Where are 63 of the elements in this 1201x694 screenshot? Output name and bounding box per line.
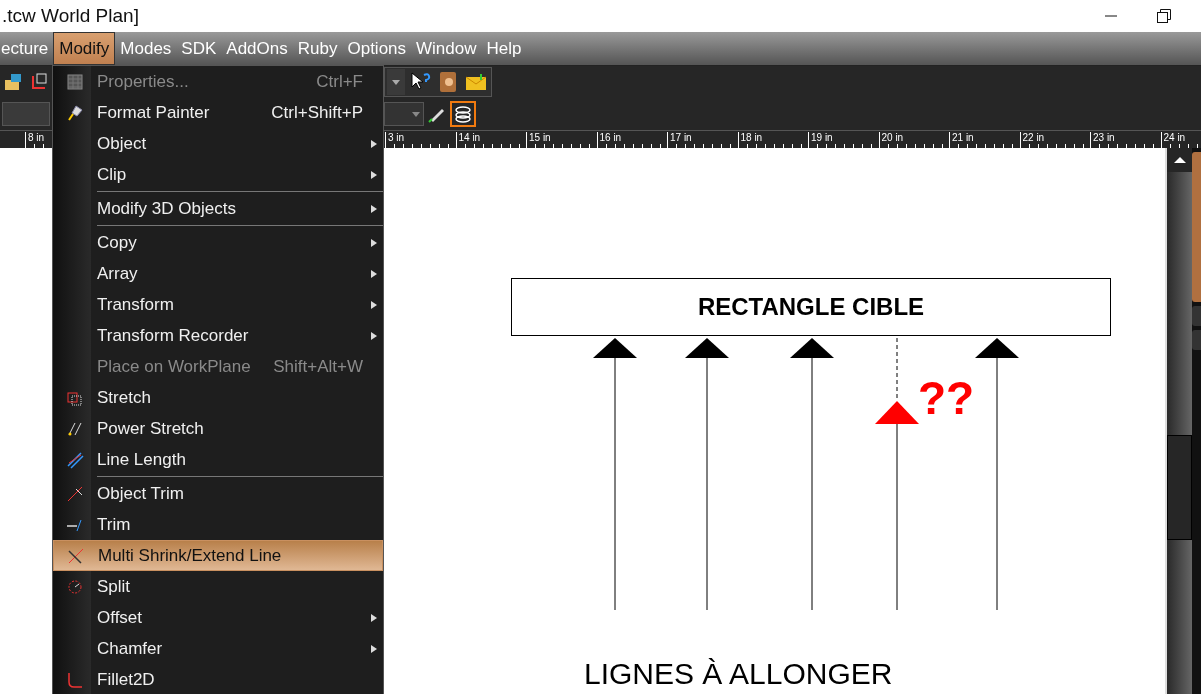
ruler-label: 8 in xyxy=(28,132,46,144)
caret-icon xyxy=(412,111,420,117)
menu-item[interactable]: Power Stretch xyxy=(53,413,383,444)
menu-bar-item[interactable]: Help xyxy=(481,32,527,65)
menu-item[interactable]: Trim xyxy=(53,509,383,540)
style-field[interactable] xyxy=(2,102,50,126)
menu-bar-item[interactable]: SDK xyxy=(176,32,222,65)
ruler-label: 17 in xyxy=(670,132,693,144)
menu-item[interactable]: Transform Recorder xyxy=(53,320,383,351)
menu-bar-item[interactable]: Ruby xyxy=(292,32,343,65)
arrows-icon xyxy=(66,450,84,469)
menu-item[interactable]: Modify 3D Objects xyxy=(53,193,383,224)
layer-field[interactable] xyxy=(384,102,424,126)
ruler-label: 21 in xyxy=(952,132,975,144)
menu-bar-item[interactable]: Modes xyxy=(115,32,177,65)
menu-bar-item[interactable]: ecture xyxy=(0,32,54,65)
window-title: .tcw World Plan] xyxy=(1,3,139,28)
menu-item[interactable]: Object Trim xyxy=(53,478,383,509)
shortcut-text: Ctrl+F xyxy=(316,70,364,93)
ruler-label: 24 in xyxy=(1163,132,1187,144)
corner-icon xyxy=(66,670,84,689)
menu-item[interactable]: Transform xyxy=(53,289,383,320)
menu-bar-item[interactable]: Modify xyxy=(53,32,116,65)
question-marks: ?? xyxy=(918,371,975,426)
stack-icon[interactable] xyxy=(450,101,476,127)
ruler-label: 20 in xyxy=(881,132,905,144)
ruler-label: 23 in xyxy=(1093,132,1116,144)
menu-bar-item[interactable]: AddOns xyxy=(221,32,293,65)
shortcut-text: Ctrl+Shift+P xyxy=(271,101,364,124)
ruler-label: 18 in xyxy=(740,132,764,144)
menu-item[interactable]: Array xyxy=(53,258,383,289)
menu-item[interactable]: Fillet2D xyxy=(53,664,383,694)
cross-lines-icon xyxy=(66,484,84,503)
menu-item[interactable]: Format Painter Ctrl+Shift+P xyxy=(53,97,383,128)
menu-item[interactable]: Stretch xyxy=(53,382,383,413)
menu-item[interactable]: Clip xyxy=(53,159,383,190)
ruler-label: 14 in xyxy=(458,132,482,144)
grid-icon xyxy=(66,72,84,91)
menu-item[interactable]: Object xyxy=(53,128,383,159)
caption: LIGNES À ALLONGER xyxy=(584,656,893,692)
ruler-label: 22 in xyxy=(1022,132,1046,144)
restore-icon[interactable] xyxy=(1157,9,1171,23)
scrollbar[interactable] xyxy=(1165,148,1192,694)
ruler-label: 3 in xyxy=(388,132,406,144)
menu-item[interactable]: Copy xyxy=(53,227,383,258)
scroll-thumb[interactable] xyxy=(1167,435,1192,540)
menu-item[interactable]: Offset xyxy=(53,602,383,633)
dashed-line xyxy=(896,338,898,400)
menu-item[interactable]: Line Length xyxy=(53,444,383,475)
ruler-label: 15 in xyxy=(529,132,552,144)
scroll-up-icon[interactable] xyxy=(1167,148,1192,172)
rectangle-label: RECTANGLE CIBLE xyxy=(697,292,925,322)
brush-icon xyxy=(66,103,84,122)
ruler-label: 19 in xyxy=(811,132,834,144)
shortcut-text: Shift+Alt+W xyxy=(273,355,364,378)
menu-item[interactable]: Multi Shrink/Extend Line xyxy=(53,540,383,571)
cross-lines-icon xyxy=(67,546,85,565)
menu-item[interactable]: Chamfer xyxy=(53,633,383,664)
dashed-circle-icon xyxy=(66,577,84,596)
menu-bar-item[interactable]: Window xyxy=(411,32,482,65)
menu-item[interactable]: Split xyxy=(53,571,383,602)
menu-bar-item[interactable]: Options xyxy=(342,32,412,65)
ruler-label: 16 in xyxy=(599,132,623,144)
